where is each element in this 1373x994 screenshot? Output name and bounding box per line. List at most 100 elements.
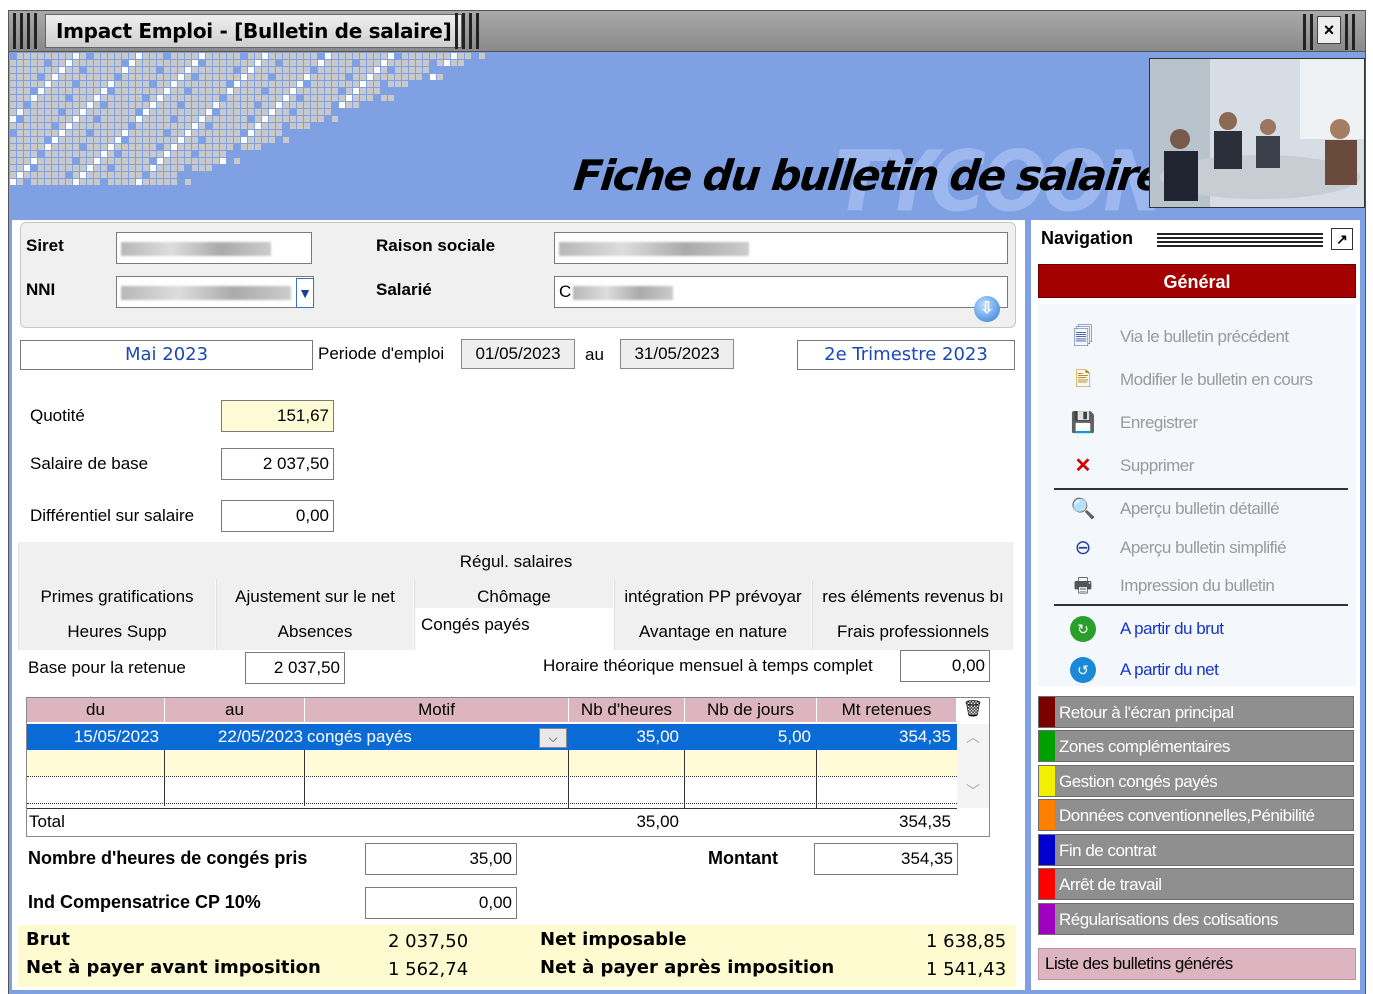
siret-field[interactable]: [116, 232, 312, 264]
tab-ajustement-net[interactable]: Ajustement sur le net: [216, 579, 414, 615]
grid-scrollbar[interactable]: ︿ ﹀: [957, 724, 989, 808]
zoom-out-icon: ⊖: [1074, 537, 1092, 559]
net-apres-label: Net à payer après imposition: [540, 957, 835, 978]
grid-divider: [304, 750, 305, 806]
row-motif[interactable]: congés payés: [307, 724, 537, 750]
row-du[interactable]: 15/05/2023: [27, 724, 165, 750]
row-montant[interactable]: 354,35: [817, 724, 957, 750]
section-color-chip: [1039, 904, 1055, 934]
nav-modifier-bulletin[interactable]: 🖹 Modifier le bulletin en cours: [1050, 361, 1350, 399]
row-heures[interactable]: 35,00: [569, 724, 685, 750]
nav-a-partir-du-brut[interactable]: ↻ A partir du brut: [1050, 610, 1350, 648]
app-window: Impact Emploi - [Bulletin de salaire] × …: [0, 0, 1373, 994]
banner: TYCOON Fiche du bulletin de salaire: [8, 52, 1366, 223]
salarie-initial: C: [559, 282, 572, 301]
save-icon: 💾: [1070, 412, 1096, 434]
brut-label: Brut: [26, 929, 71, 950]
col-heures-header[interactable]: Nb d'heures: [569, 698, 685, 722]
nav-section-label: Régularisations des cotisations: [1059, 910, 1278, 929]
nav-supprimer[interactable]: ✕ Supprimer: [1050, 447, 1350, 485]
montant-label: Montant: [708, 848, 778, 868]
nav-section-item[interactable]: Fin de contrat: [1038, 834, 1354, 866]
preview-detail-icon: 🔍: [1070, 498, 1096, 520]
delete-row-icon[interactable]: 🗑: [961, 699, 985, 721]
nav-section-label: Données conventionnelles,Pénibilité: [1059, 806, 1315, 825]
nav-apercu-detaille[interactable]: 🔍 Aperçu bulletin détaillé: [1050, 490, 1350, 528]
col-jours-header[interactable]: Nb de jours: [685, 698, 817, 722]
tab-autres-elements[interactable]: res éléments revenus bı: [812, 579, 1014, 615]
salarie-download-icon[interactable]: ⇩: [974, 296, 1000, 322]
col-montant-header[interactable]: Mt retenues: [817, 698, 957, 722]
salarie-field[interactable]: C: [554, 276, 1008, 308]
section-color-chip: [1039, 731, 1055, 761]
differentiel-label: Différentiel sur salaire: [30, 506, 195, 525]
salaire-base-label: Salaire de base: [30, 454, 149, 473]
nni-dropdown-chevron-down-icon[interactable]: ▼: [296, 278, 314, 308]
tab-avantage-nature[interactable]: Avantage en nature: [614, 614, 812, 650]
scroll-down-icon[interactable]: ﹀: [957, 778, 989, 804]
tab-heures-supp[interactable]: Heures Supp: [18, 614, 216, 650]
close-button[interactable]: ×: [1317, 16, 1341, 44]
tab-row-1: Régul. salaires: [18, 542, 1014, 580]
nav-section-item[interactable]: Régularisations des cotisations: [1038, 903, 1354, 935]
row-au[interactable]: 22/05/2023: [165, 724, 305, 750]
base-retenue-field[interactable]: 2 037,50: [245, 652, 345, 684]
tab-conges-payes[interactable]: Congés payés: [414, 608, 614, 650]
refresh-green-icon: ↻: [1070, 616, 1096, 642]
col-motif-header[interactable]: Motif: [305, 698, 569, 722]
nav-via-bulletin-precedent[interactable]: 🗐 Via le bulletin précédent: [1050, 318, 1350, 356]
row-jours[interactable]: 5,00: [685, 724, 817, 750]
salarie-label: Salarié: [376, 280, 432, 299]
nav-section-label: Arrêt de travail: [1059, 875, 1162, 894]
nni-field[interactable]: [116, 276, 314, 308]
tab-regul-salaires[interactable]: Régul. salaires: [18, 544, 1014, 580]
tab-absences[interactable]: Absences: [216, 614, 414, 650]
nav-section-item[interactable]: Retour à l'écran principal: [1038, 696, 1354, 728]
siret-label: Siret: [26, 236, 64, 255]
tab-primes-gratifications[interactable]: Primes gratifications: [18, 579, 216, 615]
nav-general-button[interactable]: Général: [1038, 264, 1356, 298]
col-du-header[interactable]: du: [27, 698, 165, 722]
nav-section-label: Gestion congés payés: [1059, 772, 1218, 791]
nav-apercu-simplifie[interactable]: ⊖ Aperçu bulletin simplifié: [1050, 529, 1350, 567]
brut-value: 2 037,50: [388, 931, 469, 952]
table-row-empty[interactable]: [27, 751, 957, 777]
nav-impression[interactable]: 🖶 Impression du bulletin: [1050, 567, 1350, 605]
nav-section-item[interactable]: Données conventionnelles,Pénibilité: [1038, 799, 1354, 831]
conges-grid: du au Motif Nb d'heures Nb de jours Mt r…: [26, 697, 990, 837]
motif-chevron-down-icon[interactable]: ⌵: [539, 728, 567, 748]
refresh-blue-icon: ↺: [1070, 657, 1096, 683]
horaire-theorique-field[interactable]: 0,00: [900, 650, 990, 682]
document-icon: 🗐: [1073, 326, 1093, 348]
differentiel-field[interactable]: 0,00: [221, 500, 334, 532]
window-title: Impact Emploi - [Bulletin de salaire]: [45, 14, 463, 48]
net-apres-value: 1 541,43: [926, 959, 1007, 980]
salaire-base-field[interactable]: 2 037,50: [221, 448, 334, 480]
nav-popout-icon[interactable]: ↗: [1331, 228, 1353, 250]
quotite-field[interactable]: 151,67: [221, 400, 334, 432]
scroll-up-icon[interactable]: ︿: [957, 724, 989, 750]
nav-section-item[interactable]: Zones complémentaires: [1038, 730, 1354, 762]
close-grip-icon: [1303, 14, 1315, 50]
nav-grip-icon: [1157, 233, 1323, 247]
tab-integration-pp[interactable]: intégration PP prévoyar: [614, 579, 812, 615]
nav-section-item[interactable]: Arrêt de travail: [1038, 868, 1354, 900]
table-row-empty[interactable]: [27, 778, 957, 804]
ind-compensatrice-field[interactable]: 0,00: [365, 887, 517, 919]
section-color-chip: [1039, 835, 1055, 865]
nav-section-label: Zones complémentaires: [1059, 737, 1230, 756]
close-grip-icon: [1345, 14, 1357, 50]
tab-frais-professionnels[interactable]: Frais professionnels: [812, 614, 1014, 650]
col-au-header[interactable]: au: [165, 698, 305, 722]
title-bar[interactable]: Impact Emploi - [Bulletin de salaire] ×: [8, 10, 1366, 52]
period-start-field[interactable]: 01/05/2023: [461, 339, 575, 369]
liste-bulletins-button[interactable]: Liste des bulletins générés: [1038, 948, 1356, 980]
section-color-chip: [1039, 869, 1055, 899]
nav-enregistrer[interactable]: 💾 Enregistrer: [1050, 404, 1350, 442]
nav-section-item[interactable]: Gestion congés payés: [1038, 765, 1354, 797]
nav-a-partir-du-net[interactable]: ↺ A partir du net: [1050, 651, 1350, 689]
period-end-field[interactable]: 31/05/2023: [620, 339, 734, 369]
raison-sociale-field[interactable]: [554, 232, 1008, 264]
montant-field[interactable]: 354,35: [814, 843, 958, 875]
nb-heures-conges-field[interactable]: 35,00: [365, 843, 517, 875]
